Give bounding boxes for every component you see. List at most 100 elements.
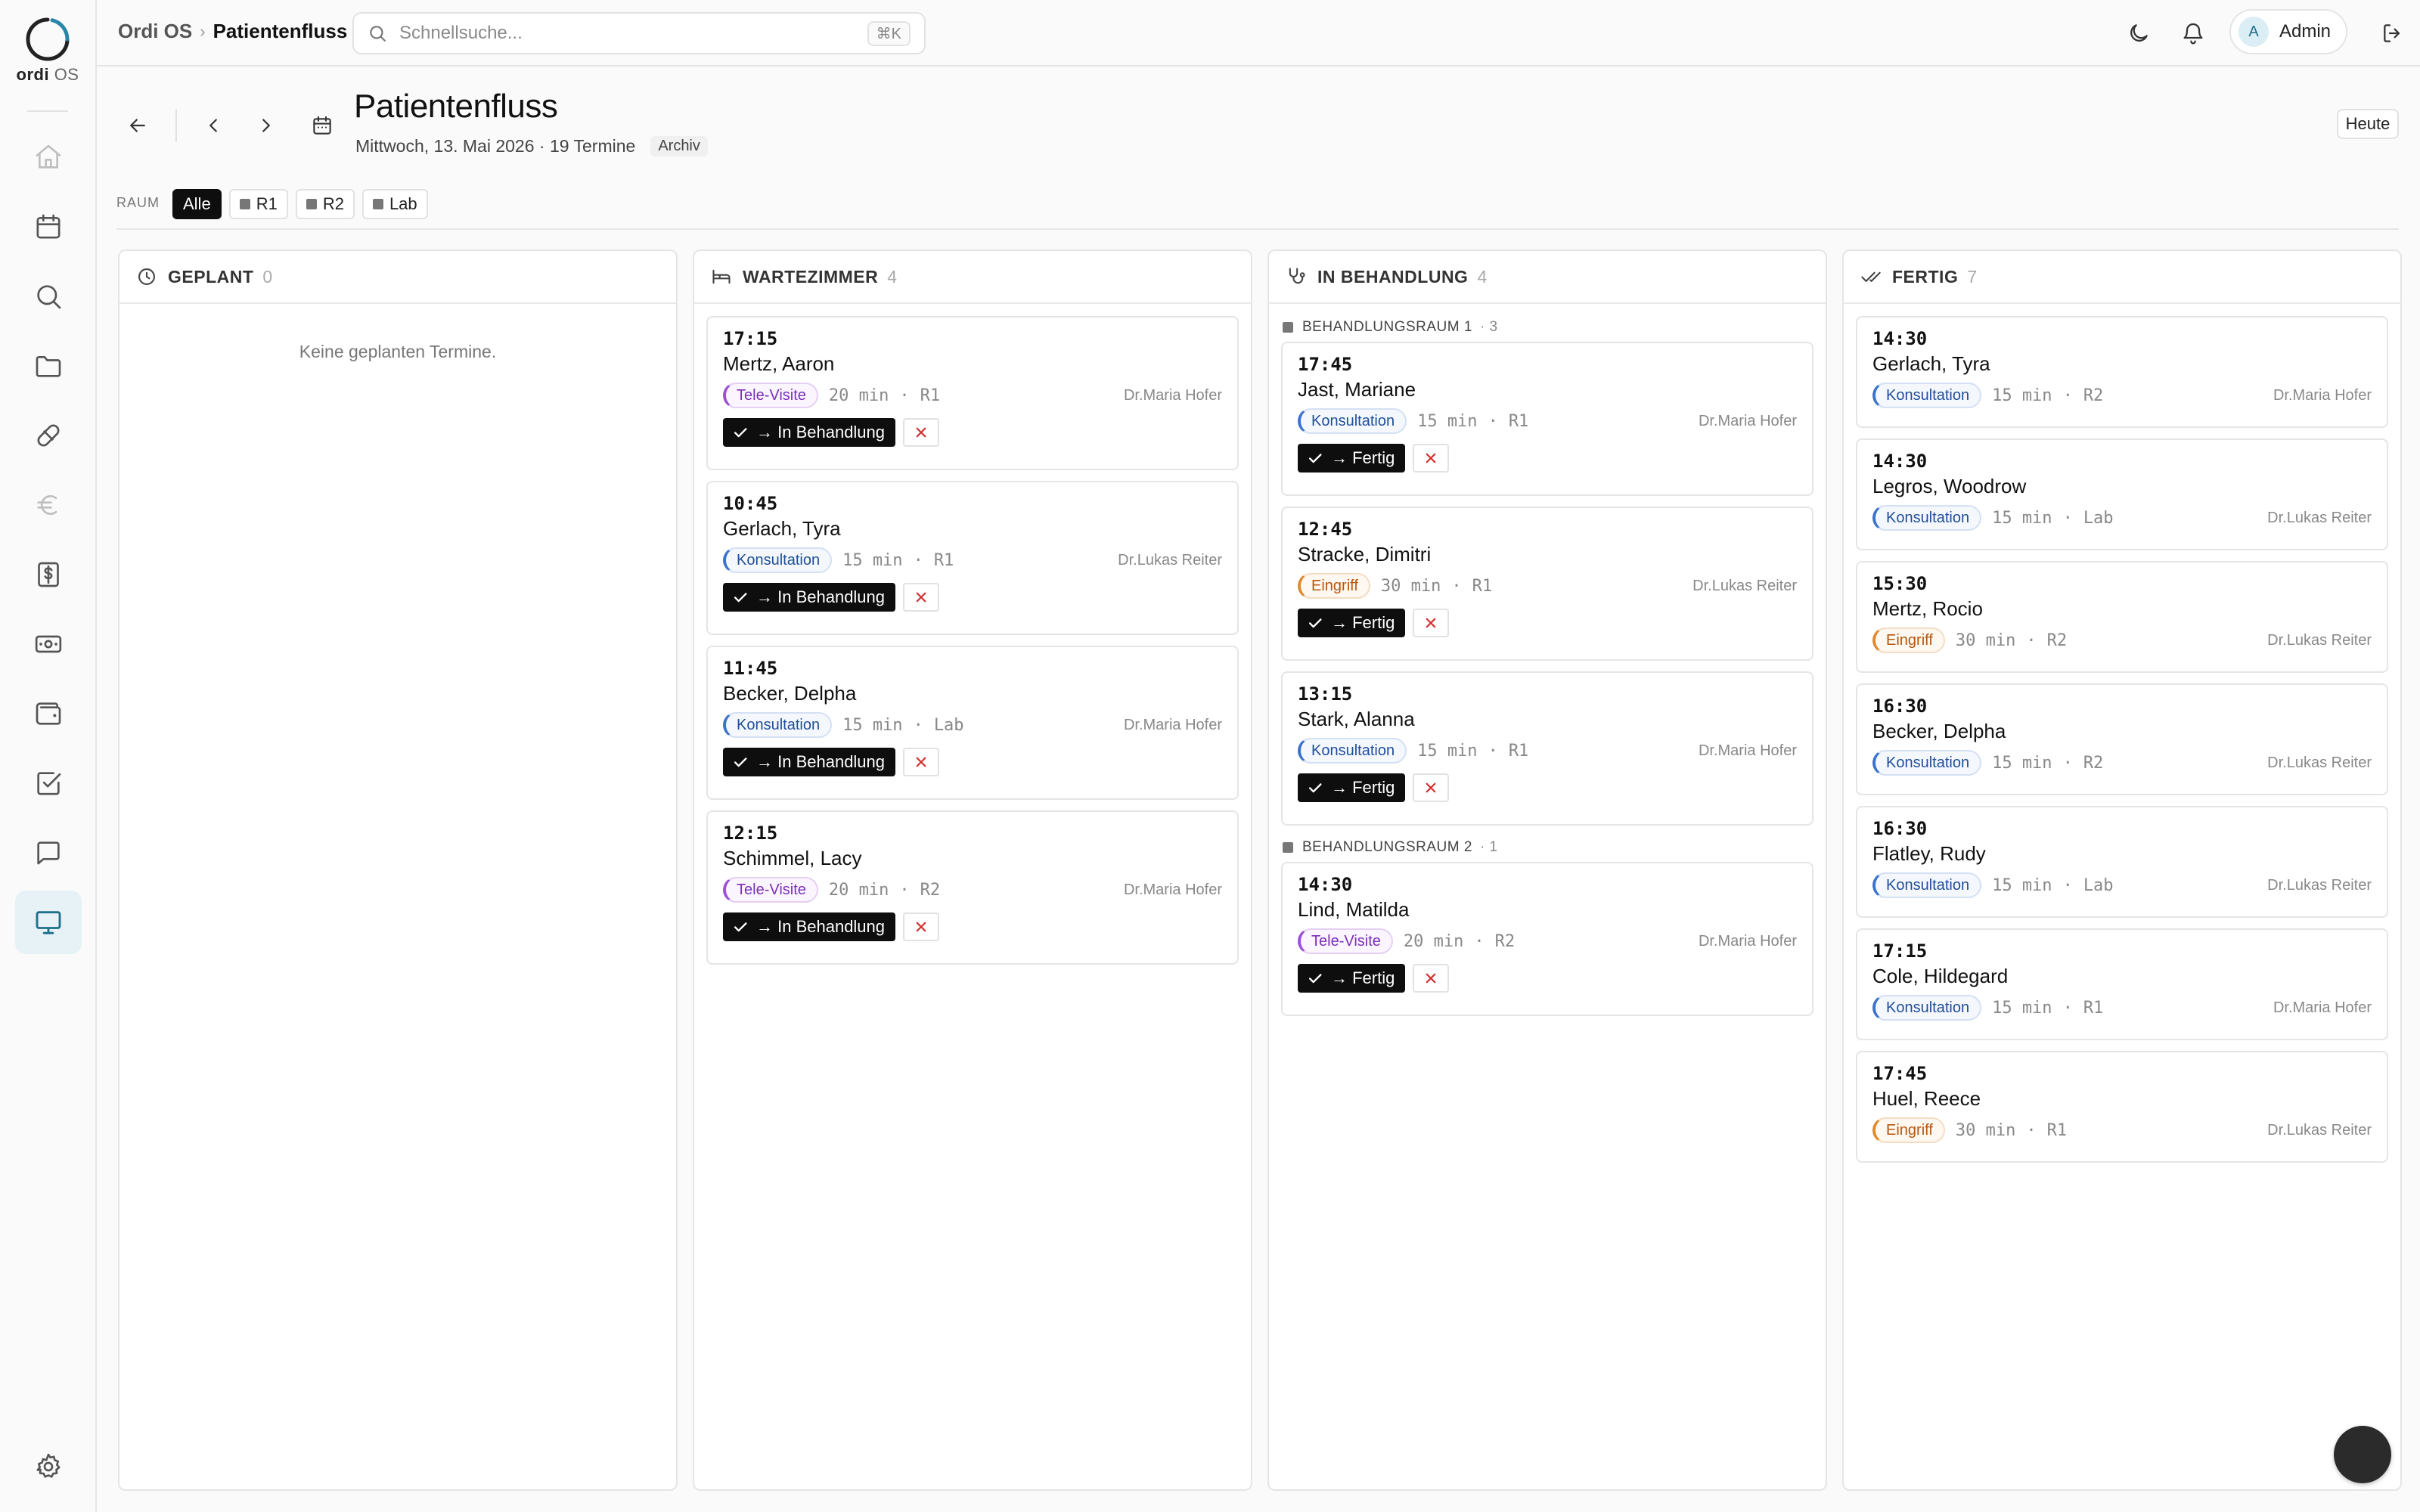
patient-card[interactable]: 17:15 Cole, Hildegard Konsultation 15 min · R… xyxy=(1856,928,2388,1040)
user-menu-button[interactable]: A Admin xyxy=(2229,9,2347,54)
sidebar-item-billing-euro[interactable] xyxy=(15,473,82,537)
advance-status-button[interactable]: → Fertig xyxy=(1298,444,1406,472)
breadcrumb-root[interactable]: Ordi OS xyxy=(118,20,192,43)
sidebar-item-calendar[interactable] xyxy=(15,195,82,259)
patient-card[interactable]: 17:45 Huel, Reece Eingriff 30 min · R1 Dr.Luka… xyxy=(1856,1051,2388,1163)
advance-status-button[interactable]: → Fertig xyxy=(1298,964,1406,993)
advance-status-label: → Fertig xyxy=(1331,778,1395,797)
doctor-name: Dr.Lukas Reiter xyxy=(1118,551,1222,569)
appointment-meta: Tele-Visite 20 min · R2 Dr.Maria Hofer xyxy=(723,876,1222,903)
meta-separator: · xyxy=(913,550,923,570)
patient-card[interactable]: 15:30 Mertz, Rocio Eingriff 30 min · R2 Dr.Luk… xyxy=(1856,561,2388,673)
patient-card[interactable]: 13:15 Stark, Alanna Konsultation 15 min · R1 D… xyxy=(1281,671,1813,826)
sidebar-item-search[interactable] xyxy=(15,265,82,328)
column-header: WARTEZIMMER 4 xyxy=(694,251,1251,304)
patient-card[interactable]: 16:30 Flatley, Rudy Konsultation 15 min · Lab… xyxy=(1856,806,2388,918)
room-filter-r1[interactable]: R1 xyxy=(228,189,288,219)
patient-name: Jast, Mariane xyxy=(1298,378,1416,401)
advance-status-button[interactable]: → Fertig xyxy=(1298,609,1406,637)
treatment-room-title: BEHANDLUNGSRAUM 1 xyxy=(1302,319,1472,335)
cancel-button[interactable] xyxy=(903,418,940,447)
appointment-room: R2 xyxy=(2083,753,2104,773)
patient-card[interactable]: 16:30 Becker, Delpha Konsultation 15 min · R2… xyxy=(1856,683,2388,795)
moon-icon xyxy=(2130,24,2148,42)
search-input[interactable] xyxy=(399,23,867,44)
sidebar-item-folder[interactable] xyxy=(15,334,82,398)
cancel-button[interactable] xyxy=(1413,444,1450,472)
column-geplant: GEPLANT 0 Keine geplanten Termine. xyxy=(118,249,678,1491)
sidebar-item-messages[interactable] xyxy=(15,821,82,885)
appointment-room: R2 xyxy=(920,880,941,900)
theme-toggle-button[interactable] xyxy=(2122,17,2155,50)
advance-status-button[interactable]: → In Behandlung xyxy=(723,912,896,941)
advance-status-button[interactable]: → Fertig xyxy=(1298,773,1406,802)
patient-card[interactable]: 17:15 Mertz, Aaron Tele-Visite 20 min · R1 Dr.… xyxy=(706,316,1239,470)
advance-status-button[interactable]: → In Behandlung xyxy=(723,583,896,612)
room-filter-label-all: Alle xyxy=(183,194,211,213)
patient-card[interactable]: 10:45 Gerlach, Tyra Konsultation 15 min · R1 D… xyxy=(706,481,1239,635)
advance-status-button[interactable]: → In Behandlung xyxy=(723,418,896,447)
appointment-room: R1 xyxy=(1508,741,1529,761)
sidebar: ordi OS xyxy=(0,0,97,1512)
patient-card[interactable]: 14:30 Gerlach, Tyra Konsultation 15 min · R2 D… xyxy=(1856,316,2388,428)
logout-icon xyxy=(2384,24,2400,42)
sidebar-item-patient-flow[interactable] xyxy=(15,891,82,954)
sidebar-item-medication[interactable] xyxy=(15,404,82,467)
doctor-name: Dr.Lukas Reiter xyxy=(2267,1121,2372,1139)
advance-status-button[interactable]: → In Behandlung xyxy=(723,748,896,776)
archive-badge[interactable]: Archiv xyxy=(650,136,708,156)
meta-separator: · xyxy=(2062,875,2073,895)
patient-name: Cole, Hildegard xyxy=(1872,965,2009,987)
bell-icon xyxy=(2183,23,2203,45)
sidebar-item-home[interactable] xyxy=(15,125,82,189)
room-filter-all[interactable]: Alle xyxy=(172,189,222,219)
appointment-duration: 15 min xyxy=(842,715,903,735)
patient-card[interactable]: 12:45 Stracke, Dimitri Eingriff 30 min · R1 Dr… xyxy=(1281,507,1813,661)
advance-status-label: → In Behandlung xyxy=(756,587,886,606)
appointment-meta: Eingriff 30 min · R2 Dr.Lukas Reiter xyxy=(1872,627,2372,654)
cancel-button[interactable] xyxy=(1413,773,1450,802)
sidebar-item-settings[interactable] xyxy=(15,1435,82,1498)
cancel-button[interactable] xyxy=(1413,609,1450,637)
page-subtitle: Mittwoch, 13. Mai 2026 · 19 Termine Arch… xyxy=(355,136,708,156)
cancel-button[interactable] xyxy=(903,912,940,941)
patient-card[interactable]: 14:30 Legros, Woodrow Konsultation 15 min · L… xyxy=(1856,438,2388,550)
sidebar-item-wallet[interactable] xyxy=(15,682,82,745)
floating-action-button[interactable] xyxy=(2334,1426,2391,1483)
notifications-button[interactable] xyxy=(2176,17,2210,50)
previous-day-button[interactable] xyxy=(194,106,233,145)
cancel-button[interactable] xyxy=(903,583,940,612)
arrow-left-icon xyxy=(130,119,145,132)
room-filter-lab[interactable]: Lab xyxy=(361,189,428,219)
patient-card[interactable]: 11:45 Becker, Delpha Konsultation 15 min · La… xyxy=(706,646,1239,800)
room-filter-r2[interactable]: R2 xyxy=(295,189,355,219)
logout-button[interactable] xyxy=(2376,17,2409,50)
appointment-type-badge: Konsultation xyxy=(723,712,833,738)
app-logo[interactable]: ordi OS xyxy=(0,17,95,85)
sidebar-item-invoices[interactable] xyxy=(15,543,82,606)
back-button[interactable] xyxy=(118,106,157,145)
patient-card[interactable]: 17:45 Jast, Mariane Konsultation 15 min · R1 D… xyxy=(1281,342,1813,496)
appointment-time: 14:30 xyxy=(1872,328,1928,349)
appointment-type-badge: Konsultation xyxy=(1872,750,1982,776)
column-body: BEHANDLUNGSRAUM 1 · 3 17:45 Jast, Mariane Ko… xyxy=(1269,304,1826,1016)
breadcrumb: Ordi OS › Patientenfluss xyxy=(118,20,347,43)
date-picker-button[interactable] xyxy=(302,106,342,145)
next-day-button[interactable] xyxy=(247,106,286,145)
search-bar[interactable]: ⌘K xyxy=(352,12,926,54)
cancel-button[interactable] xyxy=(903,748,940,776)
appointment-duration: 15 min xyxy=(1992,753,2052,773)
wallet-icon xyxy=(36,702,61,725)
close-icon xyxy=(1426,618,1436,628)
sidebar-item-tasks[interactable] xyxy=(15,751,82,815)
cancel-button[interactable] xyxy=(1413,964,1450,993)
appointment-duration: 15 min xyxy=(1417,411,1478,431)
date-summary: Mittwoch, 13. Mai 2026 · 19 Termine xyxy=(355,136,636,156)
sidebar-item-payments[interactable] xyxy=(15,612,82,676)
appointment-room: R1 xyxy=(920,386,941,405)
patient-name: Lind, Matilda xyxy=(1298,898,1410,921)
appointment-meta: Konsultation 15 min · R2 Dr.Lukas Reiter xyxy=(1872,749,2372,776)
today-button[interactable]: Heute xyxy=(2337,109,2399,139)
patient-card[interactable]: 12:15 Schimmel, Lacy Tele-Visite 20 min · R2 D… xyxy=(706,810,1239,965)
patient-card[interactable]: 14:30 Lind, Matilda Tele-Visite 20 min · R2 Dr… xyxy=(1281,862,1813,1016)
